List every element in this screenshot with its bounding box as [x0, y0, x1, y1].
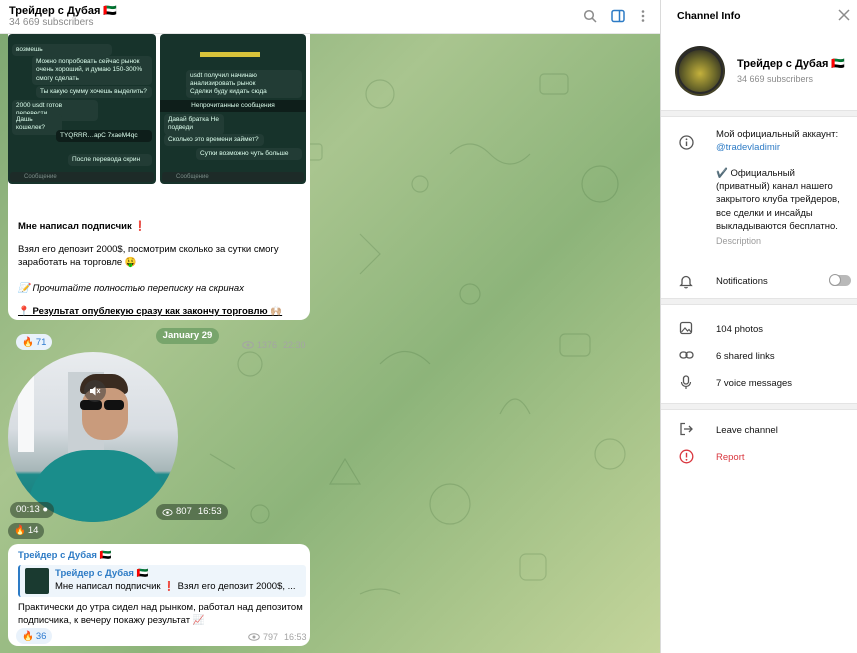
bell-icon: [678, 273, 694, 289]
reaction-badge[interactable]: 🔥 36: [16, 628, 53, 644]
channel-avatar[interactable]: [675, 46, 725, 96]
leave-channel-label: Leave channel: [716, 425, 778, 436]
photos-count: 104 photos: [716, 324, 764, 335]
chat-line: Сделки буду кидать сюда: [186, 86, 302, 99]
views-count: 797: [263, 632, 279, 642]
message-body: Практически до утра сидел над рынком, ра…: [18, 602, 303, 626]
screenshot-right[interactable]: usdt получил начинаю анализировать рынок…: [160, 34, 306, 184]
video-duration: 00:13 ●: [10, 502, 55, 518]
reaction-badge[interactable]: 🔥 71: [16, 334, 53, 350]
reaction-count: 36: [35, 630, 47, 642]
chat-line: TYQRRR…apC 7xaeM4qc: [56, 130, 152, 143]
notifications-label: Notifications: [716, 276, 768, 287]
eye-icon: [248, 633, 260, 641]
notifications-toggle[interactable]: [829, 274, 851, 286]
chat-line: Сутки возможно чуть больше: [196, 148, 302, 161]
video-message[interactable]: [8, 352, 178, 522]
report-label: Report: [716, 452, 745, 463]
chat-line: Непрочитанные сообщения: [160, 100, 306, 113]
eye-icon: [162, 508, 173, 516]
chat-header[interactable]: Трейдер с Дубая 🇦🇪 34 669 subscribers: [0, 0, 660, 34]
photo-icon: [678, 320, 694, 336]
screenshot-left[interactable]: возмешь Можно попробовать сейчас рынок о…: [8, 34, 156, 184]
sidebar-toggle-icon[interactable]: [610, 8, 626, 24]
muted-icon[interactable]: [84, 380, 106, 402]
chat-subscribers: 34 669 subscribers: [9, 17, 94, 28]
post-headline: Мне написал подписчик ❗: [18, 221, 147, 232]
section-divider: [661, 110, 857, 117]
message-meta: 1376 22:30: [242, 340, 306, 350]
message-input-mock: Сообщение: [10, 172, 154, 182]
info-icon: [678, 134, 694, 150]
sunglasses-icon: [104, 400, 124, 410]
post-paragraph: 📍 Результат опублекую сразу как закончу …: [18, 306, 283, 317]
message-author[interactable]: Трейдер с Дубая 🇦🇪: [18, 550, 111, 561]
post-paragraph: Взял его депозит 2000$, посмотрим скольк…: [18, 244, 279, 268]
reaction-count: 71: [35, 336, 47, 348]
channel-subscribers: 34 669 subscribers: [737, 74, 814, 84]
views-count: 807: [176, 506, 192, 517]
eye-icon: [242, 341, 254, 349]
reaction-count: 14: [27, 525, 39, 536]
quote-author: Трейдер с Дубая 🇦🇪: [55, 568, 149, 579]
description-label: Description: [716, 235, 762, 246]
close-icon[interactable]: [837, 8, 851, 22]
reaction-badge[interactable]: 🔥 14: [8, 523, 45, 539]
description-body: ✔️ Официальный (приватный) канал нашего …: [716, 168, 840, 232]
message-meta: 797 16:53: [248, 632, 307, 642]
panel-title: Channel Info: [677, 10, 741, 22]
message-post-reply[interactable]: Трейдер с Дубая 🇦🇪 Трейдер с Дубая 🇦🇪 Мн…: [8, 544, 310, 646]
chat-title[interactable]: Трейдер с Дубая 🇦🇪: [9, 4, 117, 17]
chat-line: После перевода скрин: [68, 154, 152, 167]
fire-icon: 🔥: [14, 525, 26, 536]
chat-line: Дашь кошелек?: [12, 114, 62, 135]
fire-icon: 🔥: [22, 336, 34, 348]
message-time: 16:53: [284, 632, 307, 642]
message-input-mock: Сообщение: [162, 172, 304, 182]
message-time: 16:53: [197, 506, 222, 517]
chat-line: возмешь: [12, 44, 112, 57]
report-icon: [678, 448, 694, 464]
search-icon[interactable]: [582, 8, 598, 24]
voice-count: 7 voice messages: [716, 378, 793, 389]
links-count: 6 shared links: [716, 351, 775, 362]
views-count: 1376: [257, 340, 278, 350]
more-icon[interactable]: [635, 8, 651, 24]
chat-line: Ты какую сумму хочешь выделить?: [36, 86, 152, 99]
channel-description: Мой официальный аккаунт: @tradevladimir …: [716, 128, 848, 247]
post-paragraph: 📝 Прочитайте полностью переписку на скри…: [18, 283, 244, 294]
quote-text: Мне написал подписчик ❗ Взял его депозит…: [55, 581, 296, 592]
chat-line: Сколько это времени займет?: [164, 134, 264, 147]
chat-area[interactable]: возмешь Можно попробовать сейчас рынок о…: [0, 34, 660, 653]
description-link[interactable]: @tradevladimir: [716, 141, 848, 154]
quote-thumbnail: [25, 568, 49, 594]
message-post-subscriber[interactable]: возмешь Можно попробовать сейчас рынок о…: [8, 34, 310, 350]
date-separator: January 29: [156, 328, 219, 344]
channel-name: Трейдер с Дубая 🇦🇪: [737, 58, 846, 70]
video-meta: 807 16:53: [156, 504, 228, 520]
chat-line: Давай братка Не подведи: [164, 114, 224, 135]
highlight-bar: [200, 52, 260, 57]
section-divider: [661, 298, 857, 305]
reply-quote[interactable]: Трейдер с Дубая 🇦🇪 Мне написал подписчик…: [18, 565, 306, 597]
chat-line: Можно попробовать сейчас рынок очень хор…: [32, 56, 152, 86]
leave-icon: [678, 421, 694, 437]
section-divider: [661, 403, 857, 410]
microphone-icon: [678, 374, 694, 390]
fire-icon: 🔥: [22, 630, 34, 642]
channel-info-panel: Channel Info Трейдер с Дубая 🇦🇪 34 669 s…: [660, 0, 857, 653]
description-line: Мой официальный аккаунт:: [716, 129, 839, 140]
window-frame: [18, 352, 34, 452]
link-icon: [678, 347, 694, 363]
message-time: 22:30: [283, 340, 306, 350]
